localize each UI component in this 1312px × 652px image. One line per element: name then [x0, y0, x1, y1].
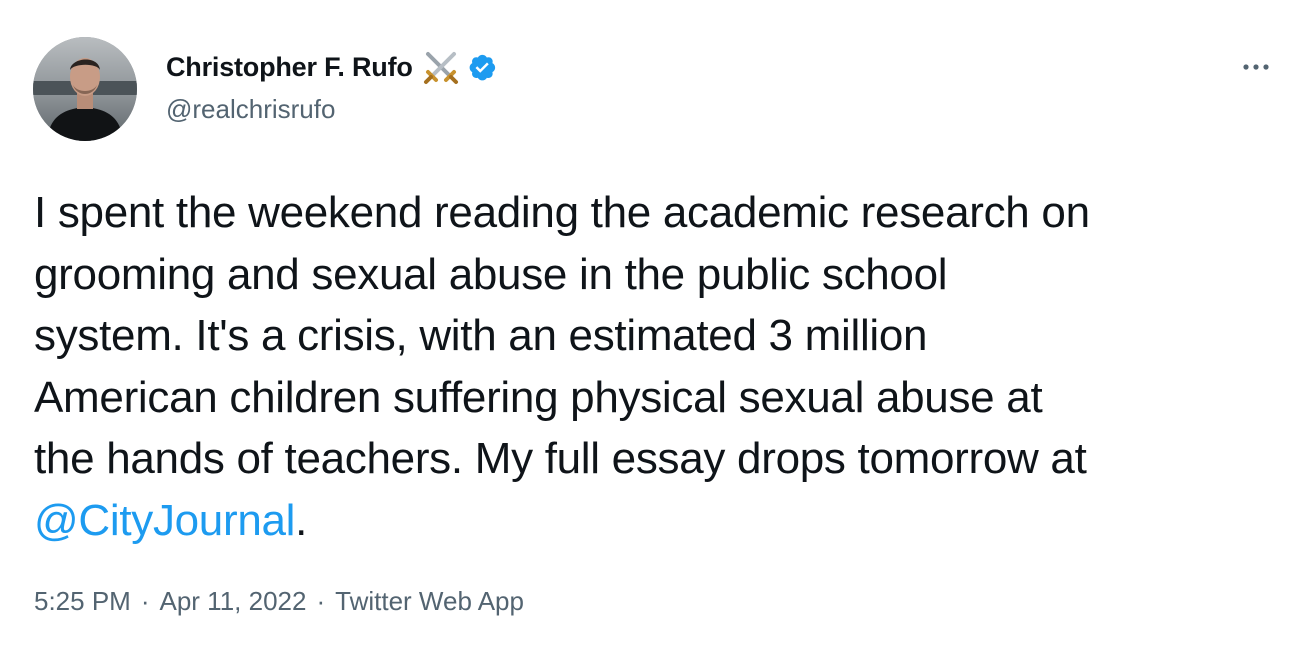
tweet-metadata: 5:25 PM · Apr 11, 2022 · Twitter Web App	[34, 586, 524, 617]
tweet-line: system. It's a crisis, with an estimated…	[34, 311, 928, 360]
avatar-photo	[33, 37, 137, 141]
meta-separator: ·	[140, 586, 150, 616]
tweet-time[interactable]: 5:25 PM	[34, 586, 131, 616]
more-options-button[interactable]	[1236, 50, 1276, 80]
tweet-card: Christopher F. Rufo @realchrisrufo I spe…	[0, 0, 1312, 652]
display-name[interactable]: Christopher F. Rufo	[166, 52, 413, 83]
mention-link[interactable]: @CityJournal	[34, 496, 295, 545]
crossed-swords-icon	[421, 47, 461, 87]
tweet-text: I spent the weekend reading the academic…	[34, 182, 1294, 551]
verified-badge-icon[interactable]	[467, 52, 497, 82]
author-block: Christopher F. Rufo @realchrisrufo	[166, 48, 497, 125]
tweet-line: I spent the weekend reading the academic…	[34, 188, 1090, 237]
user-handle[interactable]: @realchrisrufo	[166, 94, 497, 125]
tweet-trailing-punctuation: .	[295, 495, 308, 545]
tweet-line: grooming and sexual abuse in the public …	[34, 249, 948, 299]
tweet-line: American children suffering physical sex…	[34, 372, 1043, 422]
meta-separator: ·	[316, 586, 326, 616]
tweet-date[interactable]: Apr 11, 2022	[160, 586, 307, 616]
tweet-line: the hands of teachers. My full essay dro…	[34, 434, 1087, 483]
name-row: Christopher F. Rufo	[166, 48, 497, 86]
tweet-line-last: @CityJournal.	[34, 490, 1294, 552]
more-horizontal-icon	[1243, 64, 1269, 70]
tweet-source[interactable]: Twitter Web App	[335, 586, 524, 616]
avatar[interactable]	[33, 37, 137, 141]
